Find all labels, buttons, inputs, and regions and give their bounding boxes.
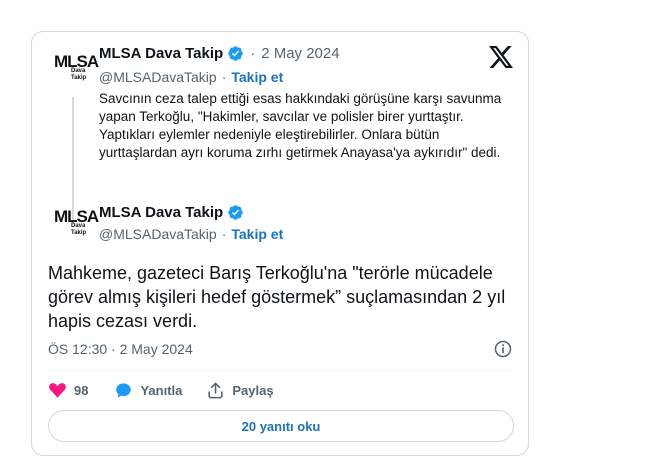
avatar-logo-sub1: Dava: [71, 68, 86, 74]
like-button[interactable]: 98: [48, 381, 88, 400]
like-count: 98: [74, 382, 89, 398]
reply-button[interactable]: Yanıtla: [114, 381, 182, 400]
quoted-date[interactable]: 2 May 2024: [261, 45, 339, 62]
quoted-handle[interactable]: @MLSADavaTakip: [99, 69, 217, 85]
share-button[interactable]: Paylaş: [206, 381, 274, 400]
read-replies-button[interactable]: 20 yanıtı oku: [48, 410, 514, 442]
main-follow-separator: ·: [221, 226, 227, 242]
quoted-handle-row: @MLSADavaTakip · Takip et: [99, 69, 283, 85]
verified-badge-icon: [228, 46, 243, 61]
main-author-name[interactable]: MLSA Dava Takip: [99, 204, 223, 221]
reply-icon: [116, 382, 132, 398]
x-logo-icon[interactable]: [489, 46, 513, 68]
main-handle[interactable]: @MLSADavaTakip: [99, 226, 217, 242]
main-follow-button[interactable]: Takip et: [231, 226, 283, 242]
avatar-logo-sub2: Takip: [71, 75, 87, 81]
share-label: Paylaş: [232, 382, 274, 398]
reply-label: Yanıtla: [140, 382, 183, 398]
main-handle-row: @MLSADavaTakip · Takip et: [99, 226, 283, 242]
avatar-logo-sub2: Takip: [71, 230, 87, 236]
author-avatar[interactable]: MLSA Dava Takip: [54, 52, 99, 84]
verified-badge-icon: [228, 205, 243, 220]
embedded-tweet-card[interactable]: MLSA Dava Takip MLSA Dava Takip · 2 May …: [31, 31, 529, 456]
quoted-separator: ·: [250, 45, 256, 62]
quoted-follow-button[interactable]: Takip et: [231, 69, 283, 85]
thread-connector-line: [72, 97, 74, 225]
main-author-row: MLSA Dava Takip: [99, 204, 244, 221]
main-tweet-text: Mahkeme, gazeteci Barış Terkoğlu'na "ter…: [48, 263, 506, 331]
info-icon[interactable]: [493, 339, 513, 359]
tweet-timestamp[interactable]: ÖS 12:30 · 2 May 2024: [48, 341, 193, 357]
quoted-tweet-text: Savcının ceza talep ettiği esas hakkında…: [99, 91, 502, 160]
quoted-author-row: MLSA Dava Takip · 2 May 2024: [99, 45, 340, 62]
tweet-actions: 98 Yanıtla Paylaş: [48, 380, 274, 400]
heart-icon: [49, 382, 66, 398]
divider: [48, 370, 512, 371]
author-avatar[interactable]: MLSA Dava Takip: [54, 207, 99, 239]
avatar-logo-sub1: Dava: [71, 223, 86, 229]
quoted-author-name[interactable]: MLSA Dava Takip: [99, 45, 223, 62]
share-icon: [208, 382, 224, 398]
quoted-follow-separator: ·: [221, 69, 227, 85]
